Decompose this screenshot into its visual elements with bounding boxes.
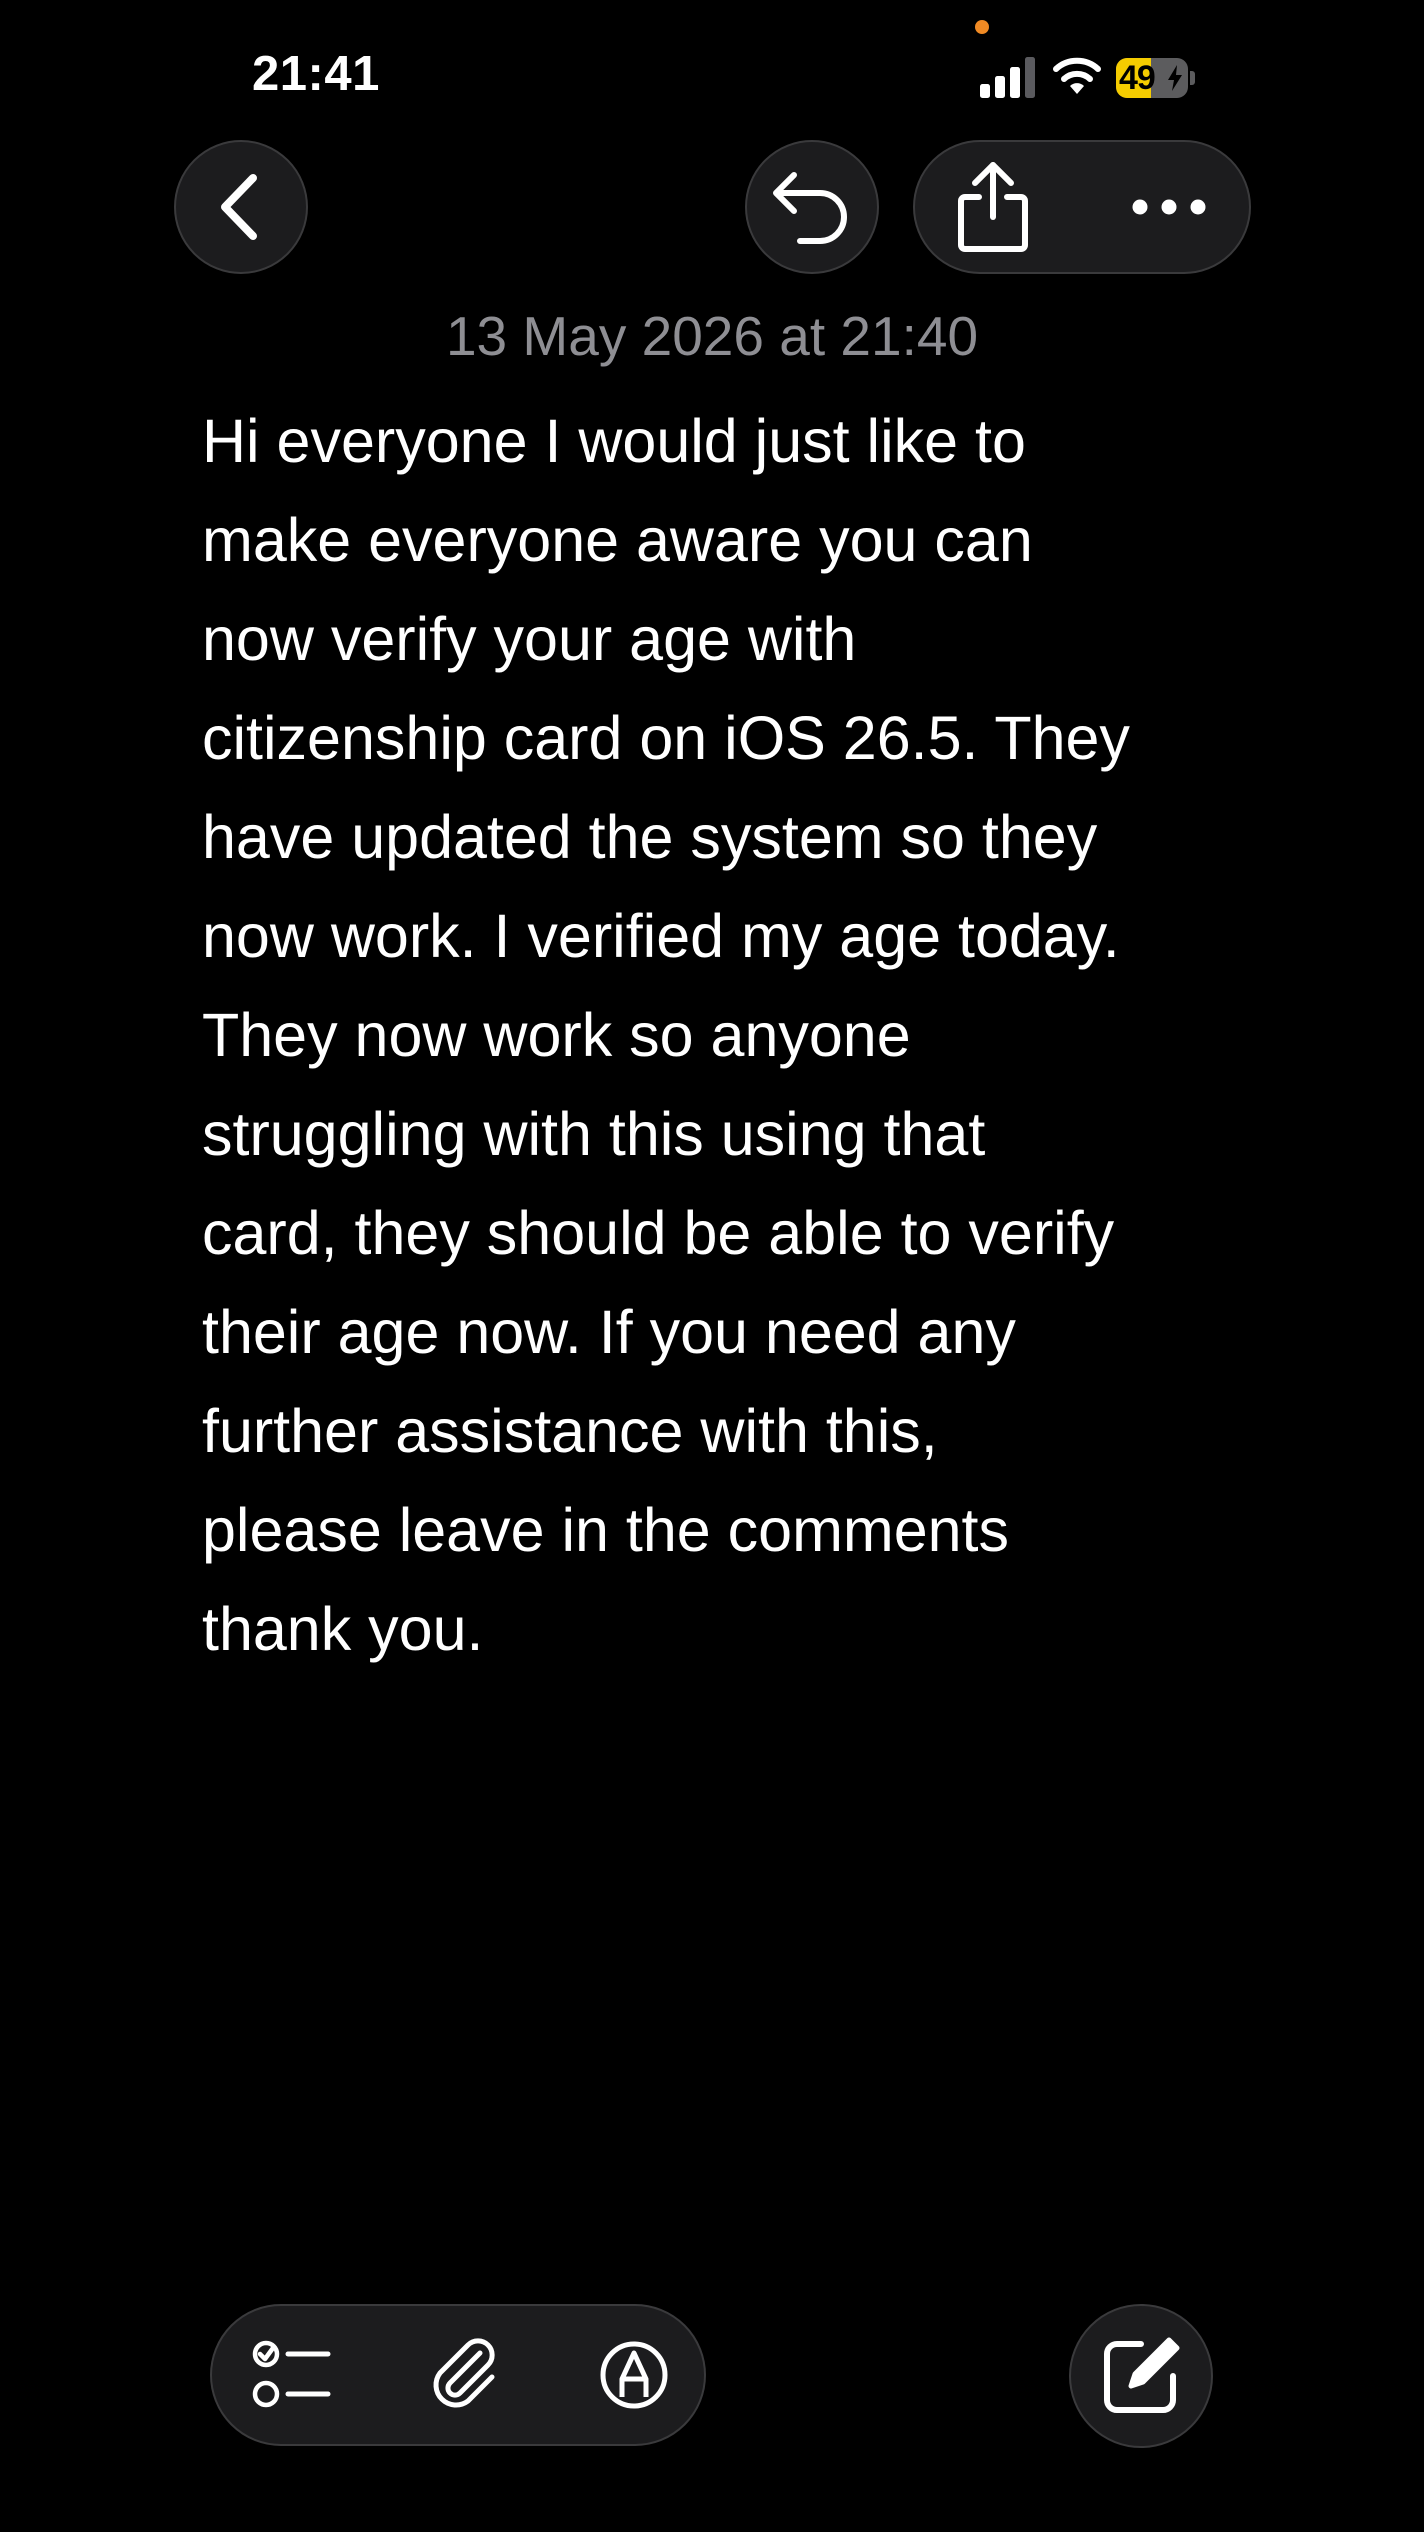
share-icon: [958, 162, 1028, 252]
note-line: struggling with this using that: [202, 1100, 986, 1168]
note-date: 13 May 2026 at 21:40: [445, 305, 979, 367]
note-body[interactable]: Hi everyone I would just like to make ev…: [202, 392, 1262, 1679]
compose-icon: [1104, 2337, 1180, 2413]
markup-pen-icon: [600, 2341, 668, 2409]
battery-level: 49: [1119, 59, 1156, 97]
battery-body: 49: [1116, 58, 1188, 98]
back-button[interactable]: [174, 140, 308, 274]
attach-button[interactable]: [430, 2337, 500, 2413]
note-line: thank you.: [202, 1595, 484, 1663]
note-line: further assistance with this,: [202, 1397, 938, 1465]
compose-button[interactable]: [1069, 2304, 1213, 2448]
note-line: please leave in the comments: [202, 1496, 1009, 1564]
note-line: They now work so anyone: [202, 1001, 911, 1069]
wifi-icon: [1053, 57, 1101, 94]
note-line: citizenship card on iOS 26.5. They: [202, 704, 1130, 772]
note-line: their age now. If you need any: [202, 1298, 1016, 1366]
bottom-toolbar: [210, 2304, 706, 2446]
ellipsis-icon: [1132, 199, 1206, 215]
undo-icon: [773, 172, 847, 244]
status-time: 21:41: [252, 47, 380, 101]
note-line: have updated the system so they: [202, 803, 1098, 871]
note-actions-group: [913, 140, 1251, 274]
share-button[interactable]: [955, 161, 1031, 253]
undo-button[interactable]: [745, 140, 879, 274]
checklist-icon: [252, 2340, 331, 2408]
chevron-left-icon: [221, 174, 257, 240]
charging-bolt-icon: [1168, 65, 1182, 91]
note-line: card, they should be able to verify: [202, 1199, 1115, 1267]
note-line: make everyone aware you can: [202, 506, 1033, 574]
privacy-indicator-dot: [975, 20, 989, 34]
battery-charging-icon: 49: [1116, 58, 1196, 98]
note-line: now work. I verified my age today.: [202, 902, 1120, 970]
note-line: Hi everyone I would just like to: [202, 407, 1026, 475]
markup-button[interactable]: [598, 2339, 670, 2411]
notes-screen: 21:41 49 13 May 2026 at 21:40 Hi everyon…: [128, 0, 1296, 2532]
paperclip-icon: [433, 2338, 495, 2408]
note-line: now verify your age with: [202, 605, 857, 673]
more-options-button[interactable]: [1131, 197, 1207, 217]
battery-cap: [1190, 71, 1195, 85]
checklist-button[interactable]: [252, 2338, 332, 2412]
cellular-signal-icon: [980, 57, 1035, 98]
